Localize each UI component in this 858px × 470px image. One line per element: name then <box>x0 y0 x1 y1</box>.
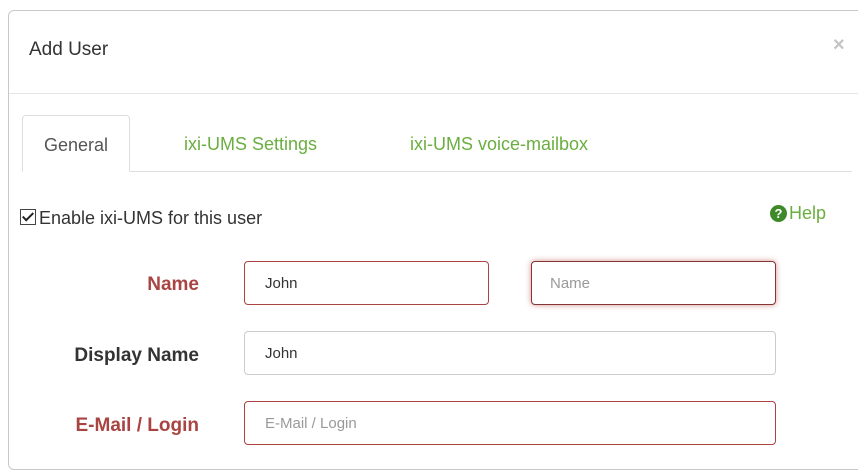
email-login-input[interactable] <box>244 401 776 445</box>
first-name-input[interactable] <box>244 261 489 305</box>
tab-bar: General ixi-UMS Settings ixi-UMS voice-m… <box>22 115 852 172</box>
help-link[interactable]: ? Help <box>770 202 826 224</box>
enable-ums-row[interactable]: Enable ixi-UMS for this user <box>20 208 262 228</box>
display-name-input[interactable] <box>244 331 776 375</box>
email-login-label: E-Mail / Login <box>75 415 200 436</box>
last-name-input[interactable] <box>531 261 776 305</box>
display-name-label: Display Name <box>74 345 199 366</box>
tab-ixi-ums-settings[interactable]: ixi-UMS Settings <box>184 115 317 171</box>
dialog-header: Add User × <box>9 11 858 94</box>
enable-ums-checkbox[interactable] <box>20 209 36 225</box>
name-label: Name <box>147 274 199 295</box>
enable-ums-label: Enable ixi-UMS for this user <box>39 208 263 228</box>
question-circle-icon: ? <box>770 205 787 222</box>
tab-ixi-ums-voice-mailbox[interactable]: ixi-UMS voice-mailbox <box>410 115 588 171</box>
dialog-title: Add User <box>29 39 109 60</box>
help-label: Help <box>789 203 827 223</box>
close-icon[interactable]: × <box>833 35 845 55</box>
tab-general[interactable]: General <box>22 115 131 172</box>
